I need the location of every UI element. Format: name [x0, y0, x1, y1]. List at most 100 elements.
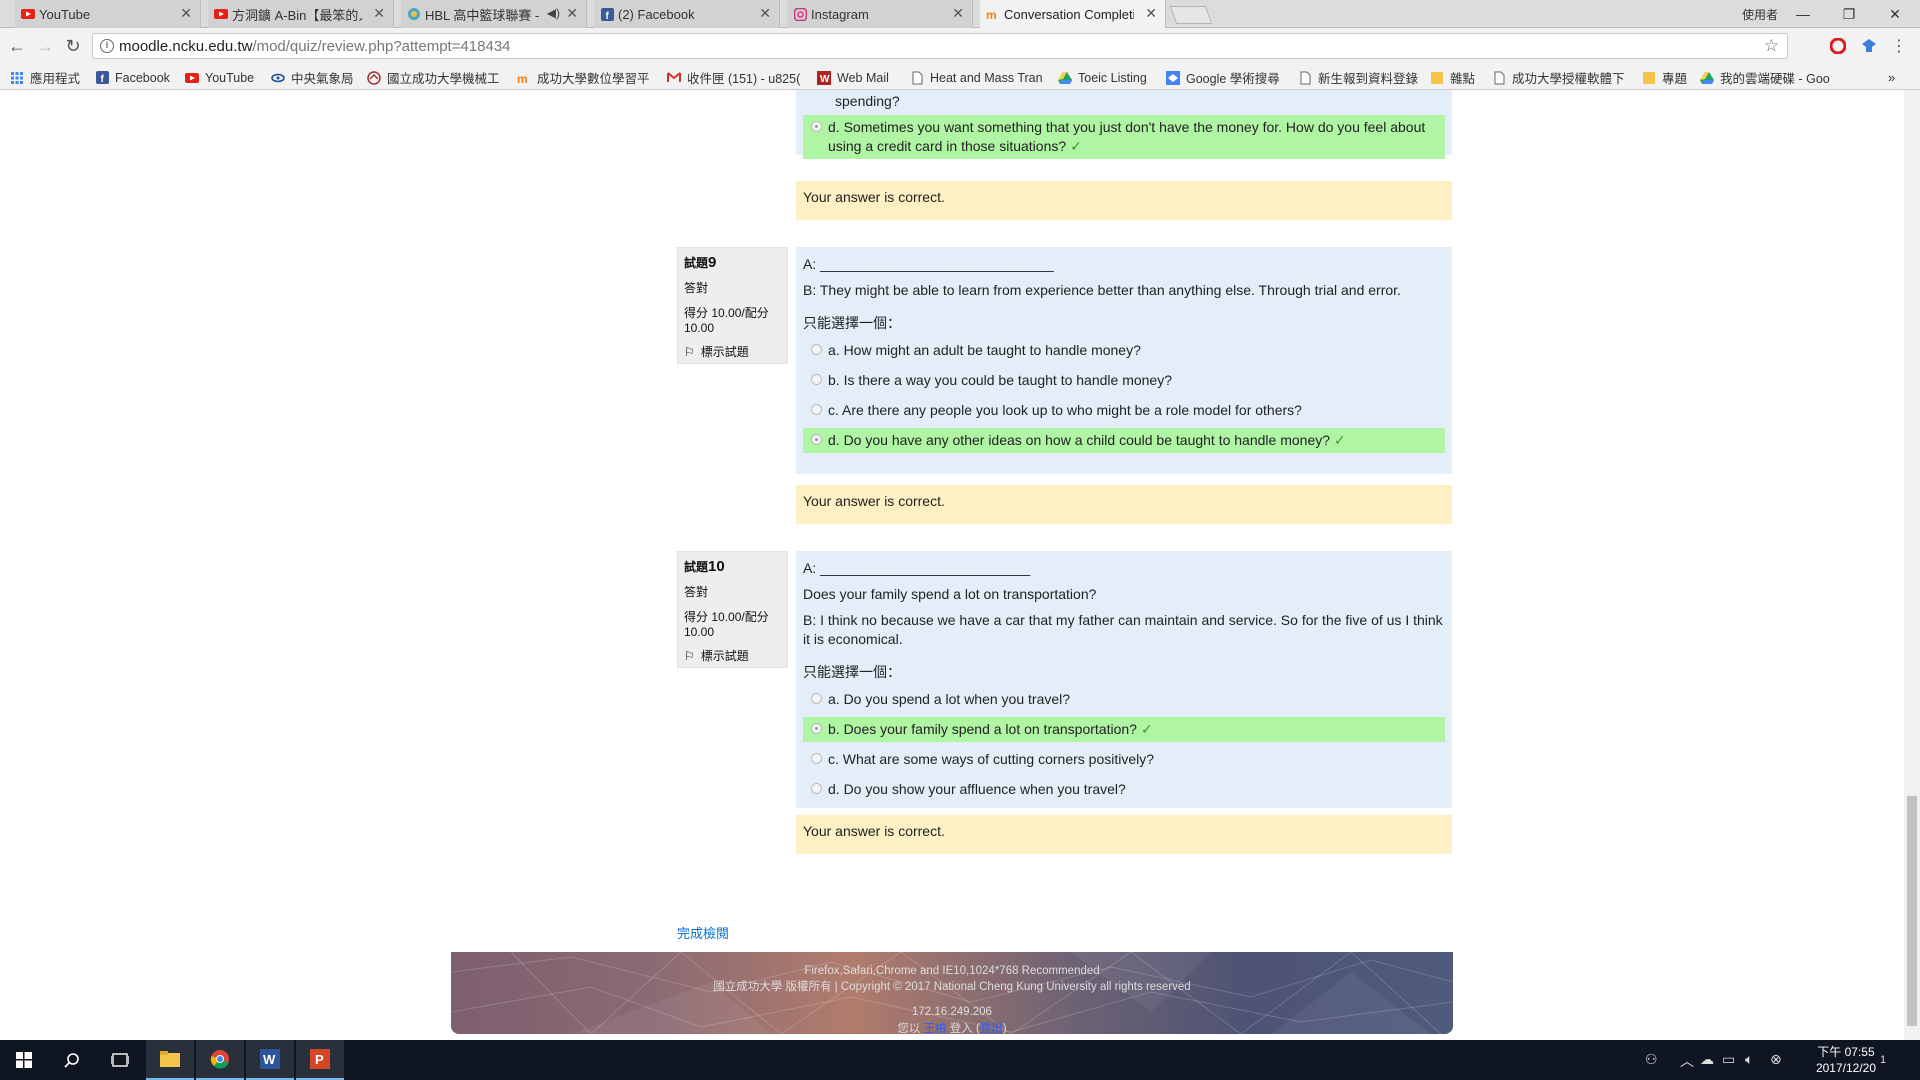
logout-link[interactable]: 登出 [980, 1023, 1003, 1034]
page-scrollbar[interactable] [1904, 90, 1920, 1040]
tab-youtube[interactable]: YouTube ✕ [15, 0, 201, 28]
close-window-button[interactable]: ✕ [1872, 3, 1918, 25]
bookmarks-overflow-icon[interactable]: » [1888, 68, 1908, 87]
chevron-up-icon[interactable]: ︿ [1680, 1051, 1694, 1071]
chrome-icon[interactable] [196, 1040, 244, 1080]
answer-option-a[interactable]: a. How might an adult be taught to handl… [803, 338, 1445, 363]
network-icon[interactable]: ▭ [1722, 1051, 1735, 1068]
powerpoint-icon[interactable]: P [296, 1040, 344, 1080]
apps-grid-icon [10, 71, 24, 85]
user-name-link[interactable]: 王柏 [924, 1023, 947, 1034]
radio-button[interactable] [811, 693, 822, 704]
youtube-icon [21, 7, 35, 21]
scrollbar-thumb[interactable] [1907, 796, 1917, 1026]
radio-button[interactable] [811, 434, 822, 445]
tab-title: Instagram [811, 6, 869, 22]
opera-icon[interactable] [1829, 37, 1847, 55]
tab-conversation-completion[interactable]: m Conversation Completi ✕ [980, 0, 1166, 28]
taskbar-clock[interactable]: 下午 07:55 2017/12/20 [1816, 1044, 1876, 1076]
onedrive-icon[interactable]: ☁ [1700, 1051, 1714, 1068]
weather-icon [271, 71, 285, 85]
bookmark-webmail[interactable]: W Web Mail [817, 68, 902, 87]
close-icon[interactable]: ✕ [373, 5, 385, 22]
back-arrow-icon[interactable]: ← [6, 35, 28, 57]
answer-option-c[interactable]: c. Are there any people you look up to w… [803, 398, 1445, 423]
notification-icon[interactable]: 1 [1880, 1050, 1886, 1066]
flag-question[interactable]: ⚐ 標示試題 [684, 647, 781, 664]
answer-option-d[interactable]: d. Do you have any other ideas on how a … [803, 428, 1445, 453]
bookmark-freshman[interactable]: 新生報到資料登錄 [1298, 68, 1423, 87]
input-method-icon[interactable]: ⊗ [1770, 1051, 1782, 1068]
forward-arrow-icon[interactable]: → [34, 35, 56, 57]
scholar-icon [1166, 70, 1180, 85]
answer-option-selected[interactable]: d. Sometimes you want something that you… [803, 115, 1445, 159]
close-icon[interactable]: ✕ [1145, 5, 1157, 22]
star-icon[interactable]: ☆ [1764, 36, 1779, 56]
close-icon[interactable]: ✕ [566, 5, 578, 22]
reload-icon[interactable]: ↻ [62, 35, 84, 57]
bookmark-youtube[interactable]: YouTube [185, 68, 265, 87]
menu-icon[interactable]: ⋮ [1890, 37, 1908, 55]
answer-option-b[interactable]: b. Does your family spend a lot on trans… [803, 717, 1445, 742]
task-view-icon[interactable] [96, 1040, 144, 1080]
bookmark-folder-project[interactable]: 專題 [1642, 68, 1697, 87]
address-bar[interactable]: i moodle.ncku.edu.tw/mod/quiz/review.php… [92, 33, 1788, 59]
file-explorer-icon[interactable] [146, 1040, 194, 1080]
bookmark-toeic[interactable]: Toeic Listing [1058, 68, 1158, 87]
dialogue-line-a: A: ______________________________ [803, 256, 1054, 272]
tab-hbl[interactable]: HBL 高中籃球聯賽 - 鼎 ◀︎) ✕ [401, 0, 587, 28]
bookmark-ncku-moodle[interactable]: m 成功大學數位學習平 [517, 68, 657, 87]
close-icon[interactable]: ✕ [180, 5, 192, 22]
bookmark-gmail[interactable]: 收件匣 (151) - u825( [667, 68, 807, 87]
footer-login-info: 您以 王柏 登入 (登出) [451, 1020, 1453, 1034]
bookmark-apps[interactable]: 應用程式 [10, 68, 90, 87]
extension-icon[interactable] [1860, 37, 1878, 55]
answer-option-a[interactable]: a. Do you spend a lot when you travel? [803, 687, 1445, 712]
moodle-icon: m [517, 71, 531, 85]
minimize-button[interactable]: — [1780, 3, 1826, 25]
bookmark-licensed-software[interactable]: 成功大學授權軟體下 [1492, 68, 1632, 87]
info-icon[interactable]: i [100, 39, 114, 53]
bookmark-weather[interactable]: 中央氣象局 [271, 68, 361, 87]
youtube-icon [185, 71, 199, 85]
gmail-icon [667, 71, 681, 85]
bookmark-google-drive[interactable]: 我的雲端硬碟 - Goo [1700, 68, 1840, 87]
radio-button[interactable] [811, 404, 822, 415]
bookmark-folder-misc[interactable]: 雜點 [1430, 68, 1485, 87]
close-icon[interactable]: ✕ [759, 5, 771, 22]
question-grade-value: 10.00 [684, 625, 715, 639]
radio-button[interactable] [811, 344, 822, 355]
speaker-icon[interactable]: ◀︎) [547, 6, 560, 20]
flag-question[interactable]: ⚐ 標示試題 [684, 343, 781, 360]
tab-instagram[interactable]: Instagram ✕ [787, 0, 973, 28]
people-icon[interactable]: ⚇ [1645, 1051, 1658, 1068]
bookmark-scholar[interactable]: Google 學術搜尋 [1166, 68, 1291, 87]
bookmark-heat-mass[interactable]: Heat and Mass Tran [910, 68, 1050, 87]
volume-icon[interactable]: 🔈︎ [1745, 1051, 1753, 1068]
windows-start-icon[interactable] [0, 1040, 48, 1080]
finish-review-link[interactable]: 完成檢閱 [677, 923, 729, 942]
radio-button[interactable] [811, 374, 822, 385]
answer-option-c[interactable]: c. What are some ways of cutting corners… [803, 747, 1445, 772]
bookmark-facebook[interactable]: f Facebook [95, 68, 180, 87]
new-tab-button[interactable] [1169, 6, 1213, 24]
drive-icon [1700, 71, 1714, 85]
radio-button[interactable] [811, 753, 822, 764]
bookmark-label: 我的雲端硬碟 - Goo [1720, 72, 1830, 86]
radio-button[interactable] [811, 783, 822, 794]
radio-button[interactable] [811, 723, 822, 734]
answer-option-b[interactable]: b. Is there a way you could be taught to… [803, 368, 1445, 393]
profile-label[interactable]: 使用者 [1742, 6, 1778, 23]
bookmark-label: 成功大學授權軟體下 [1512, 72, 1625, 86]
question-grade-label: 得分 10.00/配分 [684, 610, 769, 624]
option-text: b. Is there a way you could be taught to… [828, 372, 1173, 388]
close-icon[interactable]: ✕ [952, 5, 964, 22]
search-icon[interactable] [48, 1040, 96, 1080]
tab-abin[interactable]: 方洞鑛 A-Bin【最笨的人 ✕ [208, 0, 394, 28]
restore-button[interactable]: ❐ [1826, 3, 1872, 25]
tab-facebook[interactable]: f (2) Facebook ✕ [594, 0, 780, 28]
answer-option-d[interactable]: d. Do you show your affluence when you t… [803, 777, 1445, 802]
radio-button[interactable] [811, 121, 822, 132]
word-icon[interactable]: W [246, 1040, 294, 1080]
bookmark-ncku-mech[interactable]: 國立成功大學機械工 [367, 68, 507, 87]
